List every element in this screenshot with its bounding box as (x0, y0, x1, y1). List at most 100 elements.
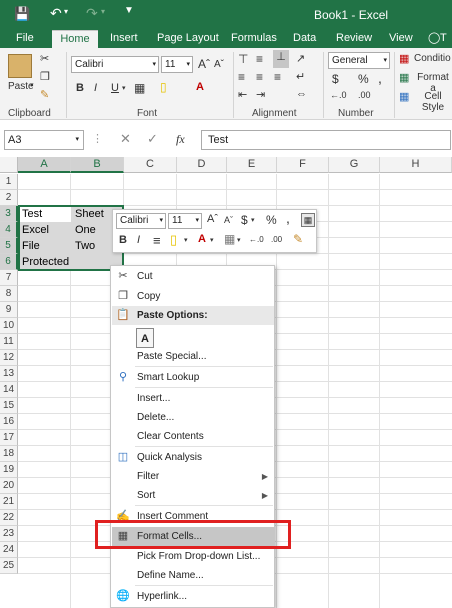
row-header-12[interactable]: 12 (0, 350, 18, 366)
column-header-d[interactable]: D (177, 157, 227, 173)
tab-file[interactable]: File (10, 30, 40, 48)
tab-home[interactable]: Home (52, 30, 98, 48)
cancel-icon[interactable]: ✕ (120, 131, 131, 147)
menu-item-copy[interactable]: ❐ Copy (112, 287, 274, 306)
menu-item-quick-analysis[interactable]: ◫ Quick Analysis (112, 448, 274, 467)
percent-button[interactable]: % (358, 72, 369, 86)
row-header-17[interactable]: 17 (0, 430, 18, 446)
chevron-down-icon[interactable]: ▾ (251, 216, 255, 224)
select-all-corner[interactable] (0, 157, 18, 173)
mini-italic-button[interactable]: I (137, 234, 140, 246)
merge-center-icon[interactable]: ⇔ (296, 88, 307, 100)
menu-item-clear-contents[interactable]: Clear Contents (112, 427, 274, 446)
cell-b3[interactable]: Sheet (73, 206, 104, 222)
bold-button[interactable]: B (76, 82, 84, 94)
row-header-20[interactable]: 20 (0, 478, 18, 494)
tab-page-layout[interactable]: Page Layout (151, 30, 225, 48)
row-header-10[interactable]: 10 (0, 318, 18, 334)
row-header-5[interactable]: 5 (0, 238, 18, 254)
undo-dropdown-icon[interactable]: ▾ (64, 7, 68, 16)
cell-styles-button[interactable]: Cell Style (414, 91, 452, 113)
cut-icon[interactable]: ✂ (40, 52, 49, 65)
mini-font-name-box[interactable]: Calibri ▾ (116, 213, 166, 229)
shrink-font-icon[interactable]: Aˇ (214, 59, 224, 70)
align-center-icon[interactable]: ≡ (256, 70, 263, 84)
row-header-19[interactable]: 19 (0, 462, 18, 478)
column-header-f[interactable]: F (277, 157, 329, 173)
mini-borders-icon[interactable]: ▦ (224, 232, 235, 246)
column-header-b[interactable]: B (71, 157, 124, 173)
menu-item-insert[interactable]: Insert... (112, 389, 274, 408)
column-header-e[interactable]: E (227, 157, 277, 173)
mini-font-size-box[interactable]: 11 ▾ (168, 213, 202, 229)
mini-font-color-icon[interactable]: A (198, 233, 206, 245)
decrease-indent-icon[interactable]: ⇤ (238, 88, 247, 101)
row-header-25[interactable]: 25 (0, 558, 18, 574)
tab-data[interactable]: Data (287, 30, 322, 48)
paste-icon[interactable] (8, 54, 32, 78)
row-header-18[interactable]: 18 (0, 446, 18, 462)
mini-format-table-icon[interactable]: ▦ (301, 213, 315, 227)
borders-icon[interactable]: ▦ (134, 81, 145, 95)
increase-decimal-icon[interactable]: ←.0 (330, 90, 347, 100)
mini-comma-button[interactable]: , (286, 210, 290, 226)
mini-increase-decimal-icon[interactable]: ←.0 (249, 235, 264, 244)
row-header-7[interactable]: 7 (0, 270, 18, 286)
column-header-a[interactable]: A (18, 157, 71, 173)
column-header-h[interactable]: H (380, 157, 452, 173)
mini-grow-font-icon[interactable]: Aˆ (207, 213, 218, 225)
conditional-formatting-icon[interactable]: ▦ (399, 52, 409, 65)
cell-a4[interactable]: Excel (20, 222, 49, 238)
decrease-decimal-icon[interactable]: .00 (358, 90, 371, 100)
align-right-icon[interactable]: ≡ (274, 70, 281, 84)
tab-insert[interactable]: Insert (104, 30, 144, 48)
save-icon[interactable]: 💾 (14, 6, 30, 22)
format-painter-icon[interactable]: ✎ (40, 88, 49, 101)
font-size-box[interactable]: 11 ▾ (161, 56, 193, 73)
column-header-g[interactable]: G (329, 157, 380, 173)
mini-bold-button[interactable]: B (119, 234, 127, 246)
number-format-box[interactable]: General ▾ (328, 52, 390, 69)
row-header-11[interactable]: 11 (0, 334, 18, 350)
row-header-22[interactable]: 22 (0, 510, 18, 526)
row-header-8[interactable]: 8 (0, 286, 18, 302)
comma-button[interactable]: , (378, 70, 382, 86)
menu-item-delete[interactable]: Delete... (112, 408, 274, 427)
increase-indent-icon[interactable]: ⇥ (256, 88, 265, 101)
row-header-16[interactable]: 16 (0, 414, 18, 430)
row-header-9[interactable]: 9 (0, 302, 18, 318)
align-top-icon[interactable]: ⊤ (238, 52, 248, 66)
conditional-formatting-button[interactable]: Conditio (414, 53, 451, 64)
customize-qat-icon[interactable]: ▼ (124, 5, 134, 16)
menu-item-sort[interactable]: Sort ▶ (112, 486, 274, 505)
tell-me-label[interactable]: T (434, 30, 452, 48)
align-bottom-icon[interactable]: ⊥ (273, 50, 289, 68)
chevron-down-icon[interactable]: ▾ (184, 236, 188, 244)
italic-button[interactable]: I (94, 82, 97, 94)
cell-b5[interactable]: Two (73, 238, 95, 254)
cell-a6[interactable]: Protected (20, 254, 69, 270)
mini-center-button[interactable]: ≡ (153, 233, 161, 248)
row-header-21[interactable]: 21 (0, 494, 18, 510)
format-as-table-icon[interactable]: ▦ (399, 71, 409, 84)
row-header-14[interactable]: 14 (0, 382, 18, 398)
row-header-3[interactable]: 3 (0, 206, 18, 222)
chevron-down-icon[interactable]: ▾ (210, 236, 214, 244)
row-header-1[interactable]: 1 (0, 174, 18, 190)
fill-color-icon[interactable]: ▯ (160, 80, 167, 94)
underline-dropdown-icon[interactable]: ▾ (122, 84, 126, 92)
underline-button[interactable]: U (111, 82, 119, 94)
menu-item-pick-from-list[interactable]: Pick From Drop-down List... (112, 547, 274, 566)
align-middle-icon[interactable]: ≡ (256, 52, 263, 66)
menu-item-hyperlink[interactable]: 🌐 Hyperlink... (112, 587, 274, 606)
currency-button[interactable]: $ (332, 72, 339, 86)
mini-shrink-font-icon[interactable]: Aˇ (224, 215, 233, 225)
row-header-6[interactable]: 6 (0, 254, 18, 270)
cell-a5[interactable]: File (20, 238, 40, 254)
mini-currency-button[interactable]: $ (241, 213, 248, 227)
row-header-2[interactable]: 2 (0, 190, 18, 206)
menu-item-define-name[interactable]: Define Name... (112, 566, 274, 585)
tab-view[interactable]: View (383, 30, 419, 48)
paste-option-icon[interactable]: A (136, 328, 154, 348)
menu-item-paste-special[interactable]: Paste Special... (112, 347, 274, 366)
